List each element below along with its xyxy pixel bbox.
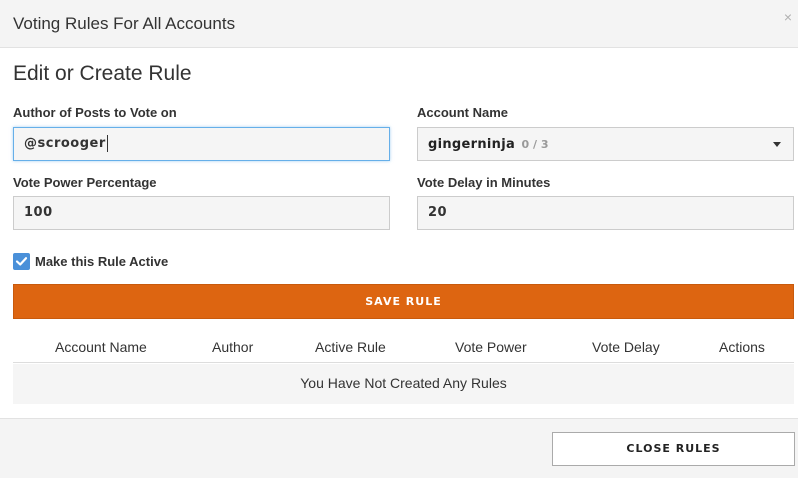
- author-input-value: @scrooger: [24, 136, 106, 151]
- vote-delay-label: Vote Delay in Minutes: [417, 175, 551, 190]
- account-select-value: gingerninja: [428, 137, 516, 152]
- empty-table-message: You Have Not Created Any Rules: [300, 375, 507, 391]
- close-icon[interactable]: ×: [784, 10, 792, 24]
- account-label: Account Name: [417, 105, 509, 120]
- active-rule-checkbox[interactable]: [13, 253, 30, 270]
- section-heading: Edit or Create Rule: [13, 62, 192, 85]
- author-label: Author of Posts to Vote on: [13, 105, 177, 120]
- modal-header: Voting Rules For All Accounts ×: [0, 0, 798, 48]
- column-header-account-name: Account Name: [55, 339, 147, 355]
- save-rule-button[interactable]: SAVE RULE: [13, 284, 794, 319]
- modal-footer: CLOSE RULES: [0, 418, 798, 478]
- account-select-count: 0 / 3: [521, 138, 549, 151]
- column-header-author: Author: [212, 339, 254, 355]
- rules-table-header: Account Name Author Active Rule Vote Pow…: [13, 330, 794, 363]
- column-header-vote-power: Vote Power: [455, 339, 527, 355]
- account-select[interactable]: gingerninja 0 / 3: [417, 127, 794, 161]
- empty-table-row: You Have Not Created Any Rules: [13, 364, 794, 404]
- vote-power-input[interactable]: 100: [13, 196, 390, 230]
- author-input[interactable]: @scrooger: [13, 127, 390, 161]
- column-header-actions: Actions: [719, 339, 765, 355]
- close-rules-button[interactable]: CLOSE RULES: [552, 432, 795, 466]
- checkmark-icon: [15, 257, 28, 266]
- vote-delay-input[interactable]: 20: [417, 196, 794, 230]
- vote-power-label: Vote Power Percentage: [13, 175, 157, 190]
- active-rule-label[interactable]: Make this Rule Active: [35, 254, 168, 269]
- column-header-active-rule: Active Rule: [315, 339, 386, 355]
- dropdown-arrow-icon: [773, 142, 781, 147]
- modal-title: Voting Rules For All Accounts: [13, 14, 236, 33]
- text-cursor: [106, 135, 108, 152]
- column-header-vote-delay: Vote Delay: [592, 339, 660, 355]
